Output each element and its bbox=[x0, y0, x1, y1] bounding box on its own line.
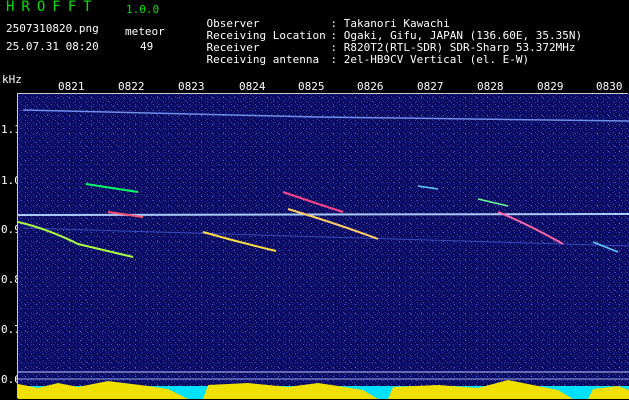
spectrogram-plot bbox=[17, 93, 629, 399]
time-tick: 0828 bbox=[477, 80, 504, 93]
info-label: Receiving antenna bbox=[206, 53, 320, 66]
app-title: HROFFT bbox=[6, 0, 99, 15]
time-tick: 0822 bbox=[118, 80, 145, 93]
carrier-line-main bbox=[18, 213, 629, 216]
file-name: 2507310820.png bbox=[6, 22, 99, 35]
time-tick: 0823 bbox=[178, 80, 205, 93]
info-value: : 2el-HB9CV Vertical (el. E-W) bbox=[330, 53, 530, 66]
hrofft-window: HROFFT 1.0.0 2507310820.png meteor 25.07… bbox=[0, 0, 629, 400]
date-time: 25.07.31 08:20 bbox=[6, 40, 99, 53]
time-tick: 0825 bbox=[298, 80, 325, 93]
app-version: 1.0.0 bbox=[126, 3, 160, 16]
time-tick: 0821 bbox=[58, 80, 85, 93]
time-tick: 0824 bbox=[239, 80, 266, 93]
frequency-unit-label: kHz bbox=[2, 73, 22, 86]
time-tick: 0830 bbox=[596, 80, 623, 93]
time-tick: 0829 bbox=[537, 80, 564, 93]
meteor-count: 49 bbox=[140, 40, 154, 53]
info-row-antenna: Receiving antenna : 2el-HB9CV Vertical (e… bbox=[180, 40, 530, 79]
spectrogram-canvas bbox=[18, 94, 629, 399]
time-tick: 0827 bbox=[417, 80, 444, 93]
spectrogram-noise-overlay bbox=[18, 94, 629, 399]
time-tick: 0826 bbox=[357, 80, 384, 93]
meteor-label: meteor bbox=[125, 25, 165, 38]
